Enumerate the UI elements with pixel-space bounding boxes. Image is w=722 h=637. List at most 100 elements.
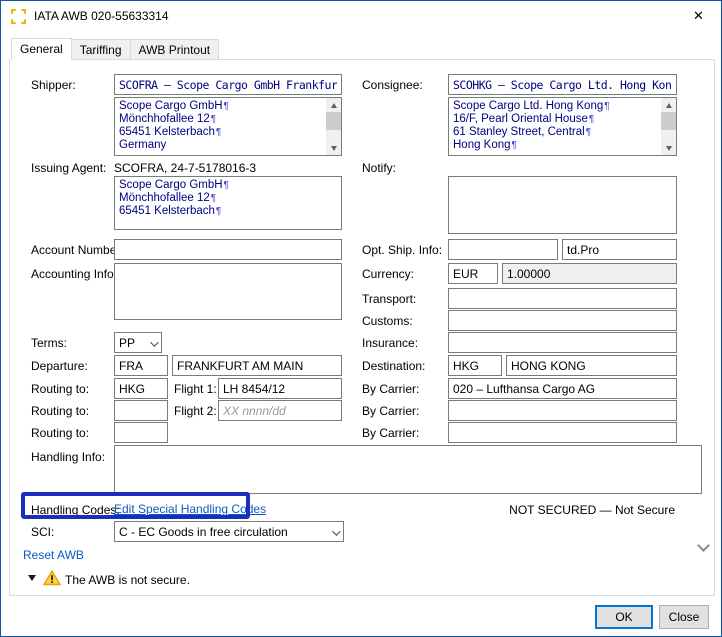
address-line: 61 Stanley Street, Central¶ [453, 126, 592, 138]
paragraph-mark: ¶ [585, 127, 592, 138]
awb-dialog: IATA AWB 020-55633314 ✕ General Tariffin… [0, 0, 722, 637]
chevron-down-icon [150, 338, 159, 347]
handling-info-label: Handling Info: [31, 450, 106, 464]
chevron-down-icon [332, 527, 341, 536]
opt-ship-info-input[interactable] [448, 239, 558, 260]
sci-label: SCI: [31, 525, 55, 539]
scrollbar-thumb[interactable] [661, 112, 676, 130]
scroll-down-icon[interactable] [326, 141, 341, 155]
issuing-agent-address-textarea[interactable]: Scope Cargo GmbH¶ Mönchhofallee 12¶ 65451 … [114, 176, 342, 230]
by-carrier2-label: By Carrier: [362, 404, 420, 418]
close-button[interactable]: Close [659, 605, 709, 629]
tab-tariffing[interactable]: Tariffing [70, 39, 131, 60]
routing3-code-input[interactable] [114, 422, 168, 443]
opt-ship-info-label: Opt. Ship. Info: [362, 243, 443, 257]
close-icon[interactable]: ✕ [676, 1, 721, 31]
destination-label: Destination: [362, 359, 426, 373]
scroll-up-icon[interactable] [661, 98, 676, 112]
insurance-input[interactable] [448, 332, 677, 353]
issuing-agent-label: Issuing Agent: [31, 161, 107, 175]
tab-strip: General Tariffing AWB Printout [11, 38, 220, 60]
paragraph-mark: ¶ [223, 180, 229, 191]
td-pro-input[interactable] [562, 239, 677, 260]
expander-icon[interactable] [28, 575, 36, 581]
currency-code-input[interactable] [448, 263, 498, 284]
by-carrier3-input[interactable] [448, 422, 677, 443]
flight2-input[interactable] [218, 400, 342, 421]
address-line: Hong Kong¶ [453, 139, 517, 151]
by-carrier3-label: By Carrier: [362, 426, 420, 440]
sci-dropdown[interactable]: C - EC Goods in free circulation [114, 521, 344, 542]
consignee-code-input[interactable] [448, 74, 677, 95]
routing1-label: Routing to: [31, 382, 90, 396]
by-carrier1-input[interactable] [448, 378, 677, 399]
tab-general[interactable]: General [11, 38, 72, 60]
departure-label: Departure: [31, 359, 88, 373]
warning-message: The AWB is not secure. [65, 573, 190, 587]
flight1-input[interactable] [218, 378, 342, 399]
scroll-down-icon[interactable] [661, 141, 676, 155]
shipper-code-input[interactable] [114, 74, 342, 95]
paragraph-mark: ¶ [215, 206, 222, 217]
warning-icon [43, 570, 61, 586]
app-icon [11, 9, 26, 24]
paragraph-mark: ¶ [511, 140, 517, 151]
terms-value: PP [119, 335, 136, 350]
title-bar: IATA AWB 020-55633314 ✕ [1, 1, 721, 32]
address-line: Mönchhofallee 12¶ [119, 113, 217, 125]
scroll-up-icon[interactable] [326, 98, 341, 112]
terms-label: Terms: [31, 336, 67, 350]
consignee-address-textarea[interactable]: Scope Cargo Ltd. Hong Kong¶ 16/F, Pearl O… [448, 97, 677, 156]
address-line: Scope Cargo GmbH¶ [119, 179, 229, 191]
paragraph-mark: ¶ [215, 127, 222, 138]
accounting-info-textarea[interactable] [114, 263, 342, 320]
destination-code-input[interactable] [448, 355, 502, 376]
window-title: IATA AWB 020-55633314 [34, 9, 169, 23]
notify-textarea[interactable] [448, 176, 677, 234]
insurance-label: Insurance: [362, 336, 419, 350]
terms-dropdown[interactable]: PP [114, 332, 162, 353]
departure-name-input[interactable] [172, 355, 342, 376]
address-line: Mönchhofallee 12¶ [119, 192, 217, 204]
by-carrier1-label: By Carrier: [362, 382, 420, 396]
flight2-label: Flight 2: [174, 404, 217, 418]
customs-label: Customs: [362, 314, 413, 328]
paragraph-mark: ¶ [223, 101, 229, 112]
account-number-input[interactable] [114, 239, 342, 260]
ok-button[interactable]: OK [595, 605, 653, 629]
scrollbar-thumb[interactable] [326, 112, 341, 130]
address-line: Scope Cargo GmbH¶ [119, 100, 229, 112]
by-carrier2-input[interactable] [448, 400, 677, 421]
edit-special-handling-codes-link[interactable]: Edit Special Handling Codes [114, 502, 266, 516]
consignee-address-scrollbar[interactable] [661, 98, 676, 155]
address-line: 16/F, Pearl Oriental House¶ [453, 113, 595, 125]
destination-name-input[interactable] [506, 355, 677, 376]
routing1-code-input[interactable] [114, 378, 168, 399]
reset-awb-link[interactable]: Reset AWB [23, 548, 84, 562]
paragraph-mark: ¶ [604, 101, 610, 112]
shipper-label: Shipper: [31, 78, 76, 92]
address-line: Germany [119, 139, 167, 151]
sci-value: C - EC Goods in free circulation [119, 524, 288, 539]
security-status: NOT SECURED — Not Secure [509, 503, 675, 517]
tab-awb-printout[interactable]: AWB Printout [129, 39, 220, 60]
shipper-address-scrollbar[interactable] [326, 98, 341, 155]
routing2-label: Routing to: [31, 404, 90, 418]
shipper-address-textarea[interactable]: Scope Cargo GmbH¶ Mönchhofallee 12¶ 65451 … [114, 97, 342, 156]
currency-rate-field [502, 263, 677, 284]
address-line: 65451 Kelsterbach¶ [119, 126, 222, 138]
transport-label: Transport: [362, 292, 417, 306]
transport-input[interactable] [448, 288, 677, 309]
customs-input[interactable] [448, 310, 677, 331]
departure-code-input[interactable] [114, 355, 168, 376]
routing3-label: Routing to: [31, 426, 90, 440]
notify-label: Notify: [362, 161, 397, 175]
paragraph-mark: ¶ [588, 114, 595, 125]
address-line: Scope Cargo Ltd. Hong Kong¶ [453, 100, 610, 112]
issuing-agent-account: SCOFRA, 24-7-5178016-3 [114, 161, 257, 175]
handling-info-textarea[interactable] [114, 445, 702, 494]
currency-label: Currency: [362, 267, 415, 281]
routing2-code-input[interactable] [114, 400, 168, 421]
accounting-info-label: Accounting Info: [31, 267, 118, 281]
handling-codes-label: Handling Codes: [31, 503, 120, 517]
